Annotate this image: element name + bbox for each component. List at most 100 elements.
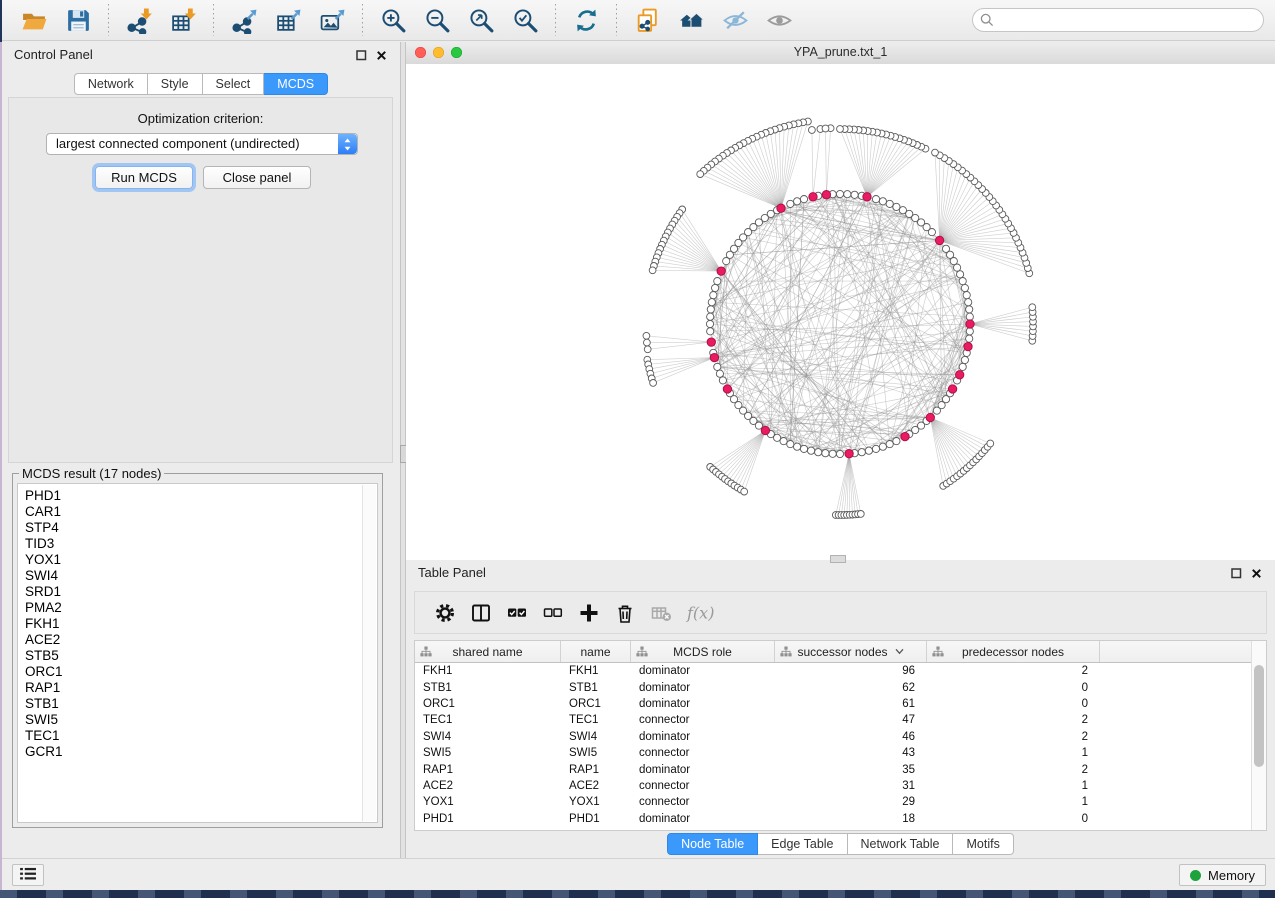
gear-button[interactable] (434, 602, 456, 624)
selected-criterion: largest connected component (undirected) (47, 134, 357, 154)
table-row[interactable]: ACE2ACE2connector311 (415, 778, 1266, 794)
optimization-criterion-select[interactable]: largest connected component (undirected) (46, 133, 358, 155)
list-item[interactable]: RAP1 (18, 680, 377, 696)
list-item[interactable]: PHD1 (18, 488, 377, 504)
table-scrollbar-thumb[interactable] (1254, 665, 1264, 767)
zoom-fit-button[interactable] (462, 2, 500, 38)
list-item[interactable]: TID3 (18, 536, 377, 552)
save-session-button[interactable] (59, 2, 97, 38)
table-cell: 18 (775, 813, 927, 825)
select-all-button[interactable] (506, 602, 528, 624)
list-item[interactable]: CAR1 (18, 504, 377, 520)
mcds-tab-content: Optimization criterion: largest connecte… (8, 97, 393, 463)
table-row[interactable]: FKH1FKH1dominator962 (415, 663, 1266, 679)
memory-button[interactable]: Memory (1179, 864, 1266, 886)
list-item[interactable]: TEC1 (18, 728, 377, 744)
zoom-in-button[interactable] (374, 2, 412, 38)
run-mcds-button[interactable]: Run MCDS (95, 166, 193, 189)
tab-motifs[interactable]: Motifs (953, 833, 1013, 855)
tab-style[interactable]: Style (148, 73, 203, 95)
column-header-predecessor-nodes[interactable]: predecessor nodes (927, 641, 1100, 662)
column-header-MCDS-role[interactable]: MCDS role (631, 641, 775, 662)
column-header-successor-nodes[interactable]: successor nodes (775, 641, 927, 662)
table-cell: 1 (927, 796, 1100, 808)
table-row[interactable]: RAP1RAP1dominator352 (415, 761, 1266, 777)
column-header-name[interactable]: name (561, 641, 631, 662)
duplicate-network-button[interactable] (628, 2, 666, 38)
close-icon[interactable] (376, 49, 388, 61)
export-table-button[interactable] (269, 2, 307, 38)
table-row[interactable]: TEC1TEC1connector472 (415, 712, 1266, 728)
export-image-button[interactable] (313, 2, 351, 38)
add-column-button[interactable] (578, 602, 600, 624)
delete-table-button[interactable] (650, 602, 672, 624)
list-item[interactable]: FKH1 (18, 616, 377, 632)
network-canvas[interactable] (406, 64, 1275, 560)
delete-column-button[interactable] (614, 602, 636, 624)
table-cell: connector (631, 747, 775, 759)
open-file-button[interactable] (15, 2, 53, 38)
list-item[interactable]: STB1 (18, 696, 377, 712)
show-all-button[interactable] (760, 2, 798, 38)
table-scrollbar[interactable] (1251, 641, 1266, 830)
function-builder-button[interactable]: f(x) (686, 602, 722, 624)
table-cell: dominator (631, 665, 775, 677)
zoom-out-button[interactable] (418, 2, 456, 38)
control-panel-tabs: NetworkStyleSelectMCDS (2, 73, 400, 95)
list-item[interactable]: PMA2 (18, 600, 377, 616)
table-row[interactable]: SWI5SWI5connector431 (415, 745, 1266, 761)
column-label: successor nodes (797, 645, 887, 659)
zoom-window-icon[interactable] (451, 47, 462, 58)
column-selector-button[interactable] (470, 602, 492, 624)
column-header-shared-name[interactable]: shared name (415, 641, 561, 662)
import-table-button[interactable] (164, 2, 202, 38)
mcds-result-title: MCDS result (17 nodes) (19, 466, 164, 481)
first-neighbors-button[interactable] (672, 2, 710, 38)
minimize-window-icon[interactable] (433, 47, 444, 58)
table-body: FKH1FKH1dominator962STB1STB1dominator620… (415, 663, 1266, 827)
apply-layout-button[interactable] (567, 2, 605, 38)
table-row[interactable]: STB1STB1dominator620 (415, 679, 1266, 695)
mcds-list-scrollbar[interactable] (362, 485, 376, 821)
list-item[interactable]: GCR1 (18, 744, 377, 760)
list-item[interactable]: SRD1 (18, 584, 377, 600)
zoom-selected-button[interactable] (506, 2, 544, 38)
tab-network[interactable]: Network (74, 73, 148, 95)
float-icon[interactable] (356, 49, 368, 61)
list-item[interactable]: ORC1 (18, 664, 377, 680)
clear-selection-button[interactable] (542, 602, 564, 624)
list-item[interactable]: STB5 (18, 648, 377, 664)
horizontal-splitter-handle[interactable] (830, 555, 846, 563)
list-item[interactable]: SWI5 (18, 712, 377, 728)
tab-mcds[interactable]: MCDS (264, 73, 328, 95)
table-cell: PHD1 (415, 813, 561, 825)
tab-network-table[interactable]: Network Table (848, 833, 954, 855)
list-item[interactable]: YOX1 (18, 552, 377, 568)
table-header-row: shared namenameMCDS role successor nodes p… (415, 641, 1266, 663)
close-panel-button[interactable]: Close panel (203, 166, 311, 189)
table-row[interactable]: SWI4SWI4dominator462 (415, 729, 1266, 745)
status-bar: Memory (2, 858, 1275, 891)
gear-icon (434, 602, 456, 624)
import-network-button[interactable] (120, 2, 158, 38)
search-input[interactable] (972, 8, 1264, 32)
table-cell: PHD1 (561, 813, 631, 825)
table-row[interactable]: ORC1ORC1dominator610 (415, 696, 1266, 712)
tab-node-table[interactable]: Node Table (667, 833, 758, 855)
table-cell: RAP1 (415, 764, 561, 776)
select-stepper-icon (338, 134, 357, 154)
list-item[interactable]: ACE2 (18, 632, 377, 648)
table-row[interactable]: YOX1YOX1connector291 (415, 794, 1266, 810)
list-item[interactable]: STP4 (18, 520, 377, 536)
tab-edge-table[interactable]: Edge Table (758, 833, 847, 855)
list-item[interactable]: SWI4 (18, 568, 377, 584)
hide-selected-button[interactable] (716, 2, 754, 38)
close-window-icon[interactable] (415, 47, 426, 58)
tab-select[interactable]: Select (203, 73, 265, 95)
float-icon[interactable] (1231, 567, 1243, 579)
table-row[interactable]: PHD1PHD1dominator180 (415, 811, 1266, 827)
export-network-button[interactable] (225, 2, 263, 38)
task-history-button[interactable] (12, 864, 44, 886)
export-network-icon (231, 7, 258, 34)
close-icon[interactable] (1251, 567, 1263, 579)
